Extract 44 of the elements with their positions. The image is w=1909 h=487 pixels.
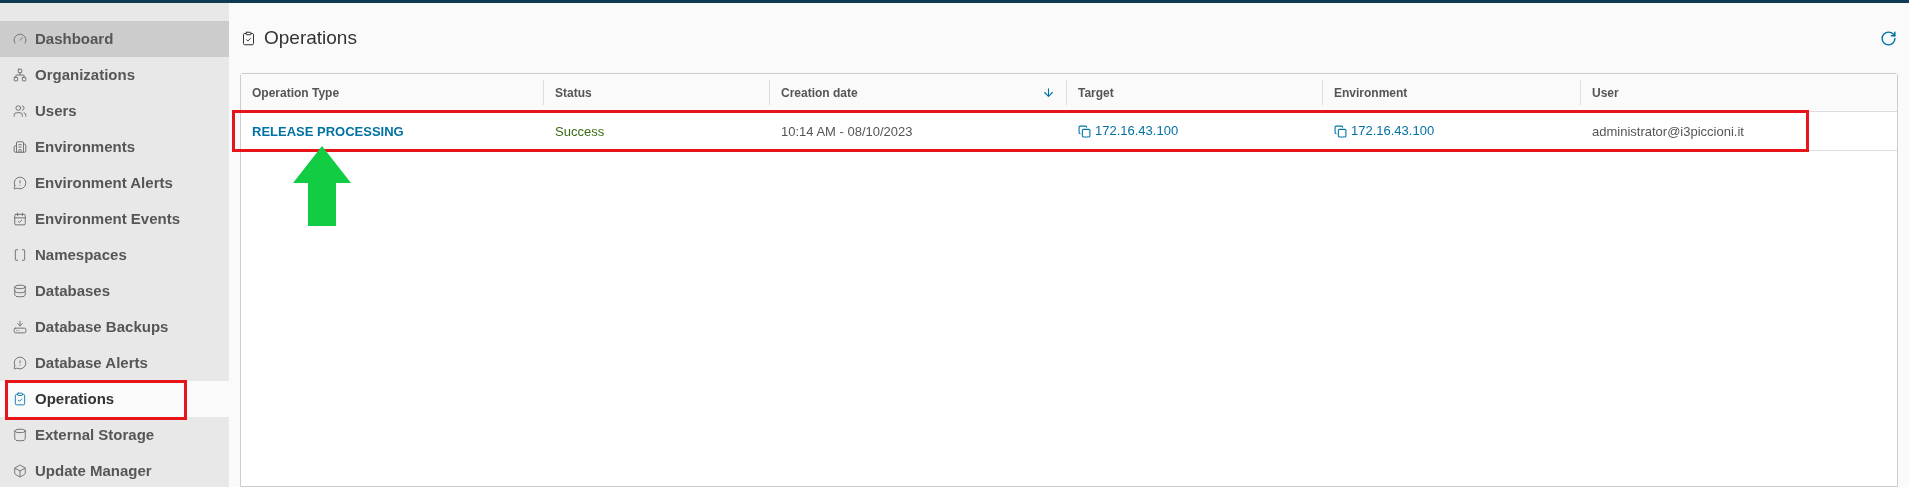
copy-icon [1334,124,1347,138]
sidebar-item[interactable]: Users [0,93,229,129]
copy-icon [1078,124,1091,138]
sidebar-item[interactable]: Databases [0,273,229,309]
gauge-icon [13,32,27,46]
sidebar-item[interactable]: Database Alerts [0,345,229,381]
environment-link[interactable]: 172.16.43.100 [1351,121,1435,141]
sidebar-item[interactable]: Environment Alerts [0,165,229,201]
sidebar-item[interactable]: Dashboard [0,21,229,57]
sidebar-item[interactable]: Environment Events [0,201,229,237]
alert-bubble-icon [13,356,27,370]
table-cell: administrator@i3piccioni.it [1592,124,1744,139]
sidebar-item[interactable]: Environments [0,129,229,165]
cube-icon [13,464,27,478]
sidebar-item[interactable]: Operations [0,381,229,417]
column-header[interactable]: Environment [1323,80,1581,105]
operation-link[interactable]: RELEASE PROCESSING [252,124,404,139]
network-icon [13,68,27,82]
column-header[interactable]: Target [1067,80,1323,105]
column-header[interactable]: Status [544,80,770,105]
cylinder-icon [13,428,27,442]
column-header[interactable]: User [1581,74,1897,111]
column-header[interactable]: Creation date [770,80,1067,105]
sidebar-item[interactable]: External Storage [0,417,229,453]
database-icon [13,284,27,298]
target-link[interactable]: 172.16.43.100 [1095,121,1179,141]
clipboard-check-icon [13,392,27,406]
sidebar-item[interactable]: Update Manager [0,453,229,487]
sort-descending-icon[interactable] [1042,86,1055,99]
status-text: Success [555,124,605,139]
table-cell: 10:14 AM - 08/10/2023 [781,124,913,139]
page-title: Operations [264,25,357,50]
calendar-check-icon [13,212,27,226]
building-icon [13,140,27,154]
clipboard-check-icon [241,30,256,46]
refresh-icon[interactable] [1880,29,1897,47]
sidebar-item[interactable]: Namespaces [0,237,229,273]
download-tray-icon [13,320,27,334]
users-icon [13,104,27,118]
sidebar-item[interactable]: Organizations [0,57,229,93]
sidebar-item[interactable]: Database Backups [0,309,229,345]
brackets-icon [13,248,27,262]
column-header[interactable]: Operation Type [241,80,544,105]
alert-bubble-icon [13,176,27,190]
